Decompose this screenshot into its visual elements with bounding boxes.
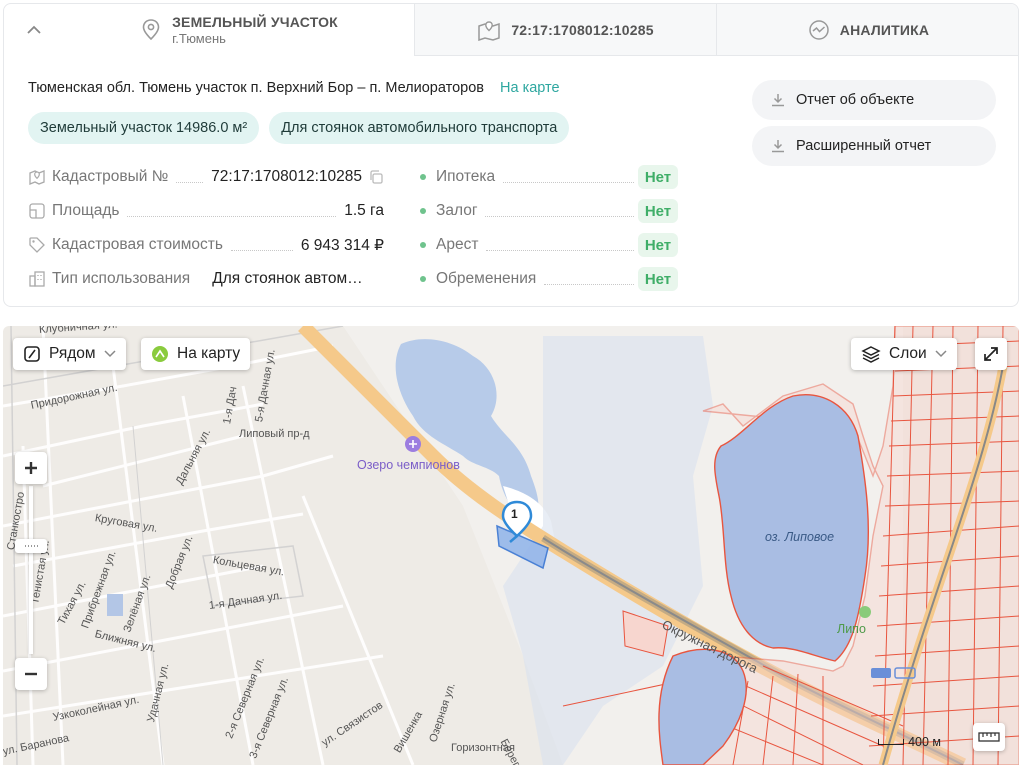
- property-value-usage[interactable]: Для стоянок автом…: [208, 270, 363, 288]
- object-report-label: Отчет об объекте: [796, 92, 915, 108]
- map-pin-icon: [478, 20, 501, 41]
- layers-dropdown[interactable]: Слои: [851, 338, 957, 370]
- status-dot: [420, 174, 426, 180]
- encumbrance-label: Обременения: [436, 270, 541, 288]
- chevron-up-icon: [27, 25, 41, 34]
- encumbrance-label: Ипотека: [436, 168, 500, 186]
- plus-icon: [25, 462, 37, 474]
- copy-icon[interactable]: [368, 169, 384, 185]
- property-label: Площадь: [52, 202, 124, 220]
- tab-analytics[interactable]: АНАЛИТИКА: [716, 4, 1018, 56]
- property-row-price: Кадастровая стоимость 6 943 314 ₽: [28, 228, 384, 262]
- chevron-down-icon: [935, 350, 947, 358]
- dotted-leader: [176, 181, 204, 183]
- encumbrances-list: Ипотека Нет Залог Нет Арест Нет Обремене…: [420, 160, 678, 296]
- scale-label: 400 м: [908, 735, 941, 749]
- analytics-icon: [809, 19, 829, 40]
- tab-analytics-title: АНАЛИТИКА: [839, 21, 930, 38]
- encumbrance-arrest: Арест Нет: [420, 228, 678, 262]
- download-icon: [772, 94, 784, 107]
- status-badge: Нет: [638, 233, 678, 257]
- chip-land-area[interactable]: Земельный участок 14986.0 м²: [28, 112, 260, 144]
- dotted-leader: [503, 181, 634, 183]
- chips-row: Земельный участок 14986.0 м² Для стоянок…: [28, 112, 570, 144]
- status-dot: [420, 242, 426, 248]
- status-badge: Нет: [638, 199, 678, 223]
- property-value-cadastre: 72:17:1708012:10285: [207, 168, 362, 186]
- tabs-bar: ЗЕМЕЛЬНЫЙ УЧАСТОК г.Тюмень 72:17:1708012…: [4, 4, 1018, 56]
- scale-bar: [878, 739, 905, 745]
- chip-usage[interactable]: Для стоянок автомобильного транспорта: [269, 112, 570, 144]
- tab-land-plot[interactable]: ЗЕМЕЛЬНЫЙ УЧАСТОК г.Тюмень: [64, 4, 414, 56]
- fullscreen-button[interactable]: [975, 338, 1007, 370]
- location-pin-icon: [142, 18, 160, 40]
- status-dot: [420, 276, 426, 282]
- tab-cadastre[interactable]: 72:17:1708012:10285: [414, 4, 716, 56]
- poi-label[interactable]: Озеро чемпионов: [357, 458, 460, 472]
- area-icon: [28, 202, 46, 220]
- address-row: Тюменская обл. Тюмень участок п. Верхний…: [28, 80, 560, 96]
- zoom-in-button[interactable]: [15, 452, 47, 484]
- encumbrance-label: Залог: [436, 202, 482, 220]
- encumbrance-label: Арест: [436, 236, 483, 254]
- chevron-down-icon: [104, 350, 116, 358]
- property-row-area: Площадь 1.5 га: [28, 194, 384, 228]
- property-value-area: 1.5 га: [340, 202, 384, 220]
- object-info-card: ЗЕМЕЛЬНЫЙ УЧАСТОК г.Тюмень 72:17:1708012…: [3, 3, 1019, 307]
- address-text: Тюменская обл. Тюмень участок п. Верхний…: [28, 80, 484, 96]
- property-label: Тип использования: [52, 270, 195, 288]
- property-label: Кадастровая стоимость: [52, 236, 227, 254]
- map-view[interactable]: 1 Клубничная ул. Придорожная ул. Липовый…: [3, 326, 1019, 765]
- status-badge: Нет: [638, 165, 678, 189]
- encumbrance-mortgage: Ипотека Нет: [420, 160, 678, 194]
- status-dot: [420, 208, 426, 214]
- dotted-leader: [127, 215, 337, 217]
- property-row-cadastre: Кадастровый № 72:17:1708012:10285: [28, 160, 384, 194]
- object-report-button[interactable]: Отчет об объекте: [752, 80, 996, 120]
- layers-label: Слои: [889, 345, 927, 362]
- dotted-leader: [544, 283, 634, 285]
- property-value-price: 6 943 314 ₽: [296, 235, 384, 255]
- property-row-usage: Тип использования Для стоянок автом…: [28, 262, 384, 296]
- usage-icon: [28, 270, 46, 288]
- nearby-label: Рядом: [49, 345, 96, 362]
- ruler-button[interactable]: [973, 723, 1005, 751]
- map-scale: 400 м: [878, 735, 941, 749]
- dotted-leader: [485, 215, 634, 217]
- street-view-icon: [152, 346, 168, 362]
- layers-icon: [861, 346, 881, 363]
- extended-report-button[interactable]: Расширенный отчет: [752, 126, 996, 166]
- nearby-dropdown[interactable]: Рядом: [13, 338, 126, 370]
- expand-icon: [984, 347, 998, 361]
- minus-icon: [25, 672, 37, 676]
- parcel-marker-label[interactable]: 1: [511, 507, 518, 521]
- encumbrance-other: Обременения Нет: [420, 262, 678, 296]
- download-icon: [772, 140, 784, 153]
- grip-icon: [25, 545, 38, 547]
- tab-cadastre-title: 72:17:1708012:10285: [511, 21, 654, 38]
- ruler-icon: [978, 732, 1000, 742]
- dotted-leader: [230, 249, 293, 251]
- to-map-button[interactable]: На карту: [141, 338, 251, 370]
- zoom-out-button[interactable]: [15, 658, 47, 690]
- on-map-link[interactable]: На карте: [500, 80, 560, 96]
- zoom-slider-track[interactable]: [29, 486, 33, 654]
- price-tag-icon: [28, 236, 46, 254]
- extended-report-label: Расширенный отчет: [796, 138, 932, 154]
- status-badge: Нет: [638, 267, 678, 291]
- zoom-slider-handle[interactable]: [15, 539, 47, 553]
- street-label: Липовый пр-д: [239, 428, 310, 440]
- settlement-label: Липо: [837, 622, 866, 636]
- nearby-icon: [24, 346, 40, 362]
- to-map-label: На карту: [177, 345, 241, 362]
- collapse-button[interactable]: [4, 4, 64, 56]
- dotted-leader: [486, 249, 634, 251]
- property-label: Кадастровый №: [52, 168, 173, 186]
- lake-label: оз. Липовое: [765, 530, 835, 544]
- cadastre-icon: [28, 168, 46, 186]
- tab-land-subtitle: г.Тюмень: [172, 30, 226, 46]
- encumbrance-pledge: Залог Нет: [420, 194, 678, 228]
- tab-land-title: ЗЕМЕЛЬНЫЙ УЧАСТОК: [172, 13, 338, 30]
- properties-list: Кадастровый № 72:17:1708012:10285 Площад…: [28, 160, 384, 296]
